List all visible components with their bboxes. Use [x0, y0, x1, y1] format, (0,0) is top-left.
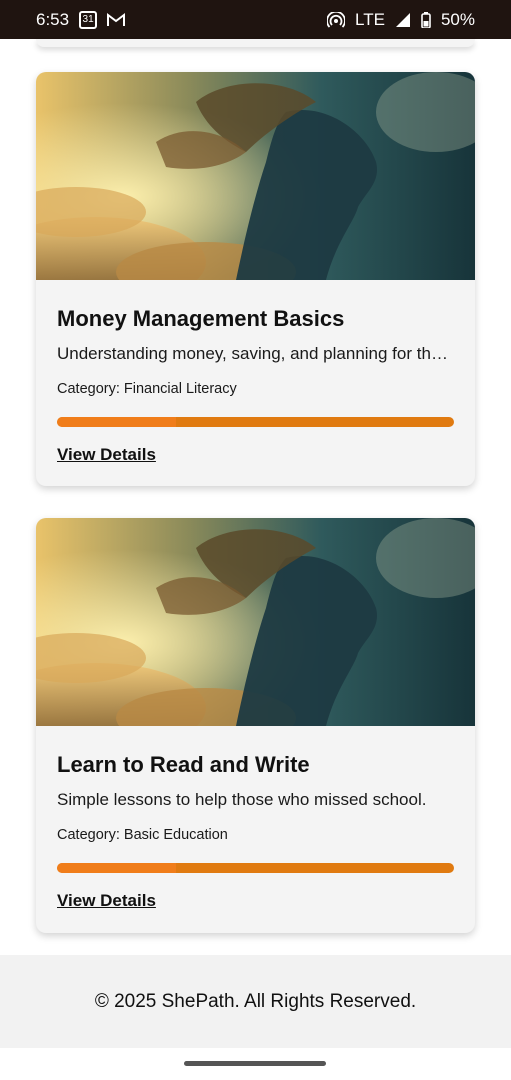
status-right: LTE 50%	[327, 10, 475, 30]
battery-icon	[421, 11, 431, 28]
battery-percent: 50%	[440, 9, 475, 29]
network-type: LTE	[355, 9, 385, 29]
gesture-nav-handle[interactable]	[184, 1061, 326, 1066]
view-details-link[interactable]: View Details	[57, 891, 156, 911]
footer: © 2025 ShePath. All Rights Reserved.	[0, 955, 511, 1048]
card-body: Learn to Read and Write Simple lessons t…	[36, 726, 475, 911]
calendar-day: 31	[82, 13, 94, 25]
course-card: Learn to Read and Write Simple lessons t…	[36, 518, 475, 933]
progress-bar	[57, 417, 454, 427]
course-category: Category: Basic Education	[57, 827, 228, 843]
hotspot-icon	[327, 11, 346, 28]
course-description: Understanding money, saving, and plannin…	[57, 344, 454, 363]
course-image	[36, 518, 475, 726]
footer-copyright: © 2025 ShePath. All Rights Reserved.	[94, 990, 417, 1012]
course-title: Learn to Read and Write	[57, 752, 310, 777]
course-image	[36, 72, 475, 280]
progress-fill	[57, 417, 177, 427]
course-category: Category: Financial Literacy	[57, 381, 237, 397]
previous-card-edge	[36, 39, 475, 47]
course-description: Simple lessons to help those who missed …	[57, 790, 427, 809]
gmail-icon	[107, 12, 126, 27]
status-time: 6:53	[36, 9, 70, 29]
signal-icon	[395, 12, 411, 28]
progress-fill	[57, 863, 177, 873]
course-card: Money Management Basics Understanding mo…	[36, 72, 475, 486]
progress-bar	[57, 863, 454, 873]
view-details-link[interactable]: View Details	[57, 445, 156, 465]
status-bar: 6:53 31 LTE 50%	[0, 0, 511, 39]
course-title: Money Management Basics	[57, 306, 345, 331]
status-left: 6:53 31	[36, 9, 126, 30]
calendar-icon: 31	[79, 10, 98, 29]
card-body: Money Management Basics Understanding mo…	[36, 280, 475, 465]
